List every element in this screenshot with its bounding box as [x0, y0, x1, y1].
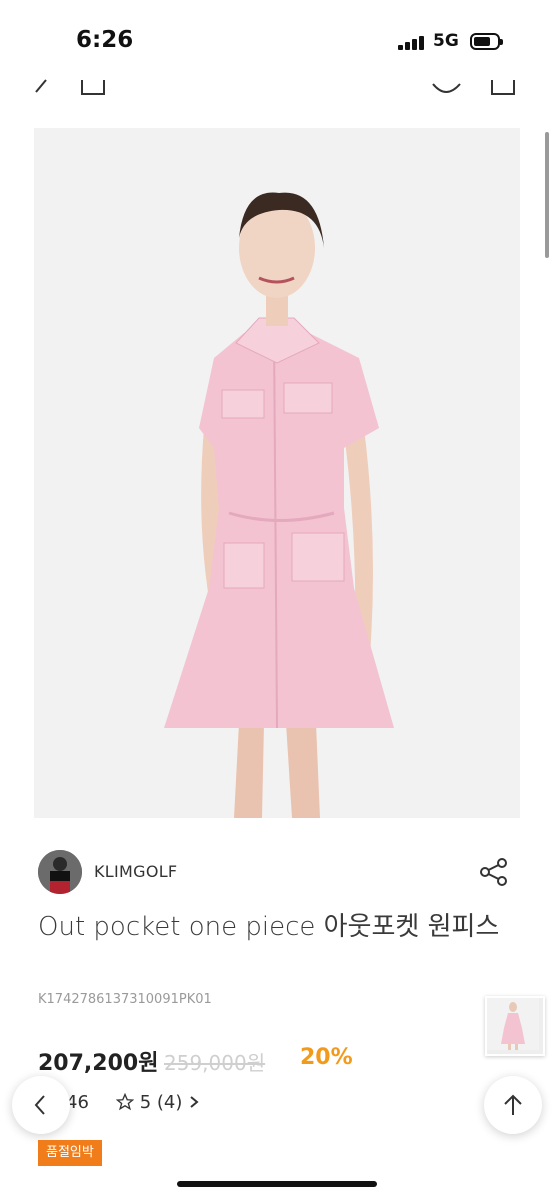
search-nav-icon[interactable]: [430, 62, 464, 102]
discount-rate: 20%: [300, 1045, 353, 1070]
chevron-right-icon: [190, 1096, 199, 1108]
home-nav-icon[interactable]: [78, 62, 108, 102]
scroll-indicator[interactable]: [545, 132, 549, 258]
price-row: 207,200원 259,000원 20%: [38, 1045, 438, 1077]
original-price: 259,000원: [164, 1051, 266, 1075]
signal-icon: [398, 35, 426, 50]
low-stock-badge: 품절임박: [38, 1140, 102, 1166]
home-indicator[interactable]: [177, 1181, 377, 1187]
brand-row[interactable]: KLIMGOLF: [38, 850, 518, 894]
back-button[interactable]: [12, 1076, 70, 1134]
product-sku: K1742786137310091PK01: [38, 992, 212, 1007]
star-icon: [115, 1092, 135, 1111]
top-nav: [0, 62, 554, 102]
scroll-top-button[interactable]: [484, 1076, 542, 1134]
share-icon[interactable]: [478, 856, 510, 888]
brand-avatar[interactable]: [38, 850, 82, 894]
current-price: 207,200원: [38, 1051, 159, 1076]
rating[interactable]: 5 (4): [115, 1092, 200, 1113]
chevron-left-icon: [34, 1095, 45, 1115]
arrow-up-icon: [504, 1094, 522, 1115]
product-thumbnail[interactable]: [485, 996, 545, 1056]
brand-name[interactable]: KLIMGOLF: [94, 862, 177, 881]
rating-label: 5 (4): [139, 1092, 183, 1113]
product-title: Out pocket one piece 아웃포켓 원피스: [38, 912, 500, 942]
back-nav-icon[interactable]: [30, 62, 50, 102]
battery-icon: [470, 33, 503, 50]
meta-row: 46 5 (4): [66, 1090, 266, 1118]
product-image[interactable]: [34, 128, 520, 818]
network-label: 5G: [433, 31, 459, 51]
cart-nav-icon[interactable]: [488, 62, 518, 102]
status-time: 6:26: [76, 27, 134, 53]
